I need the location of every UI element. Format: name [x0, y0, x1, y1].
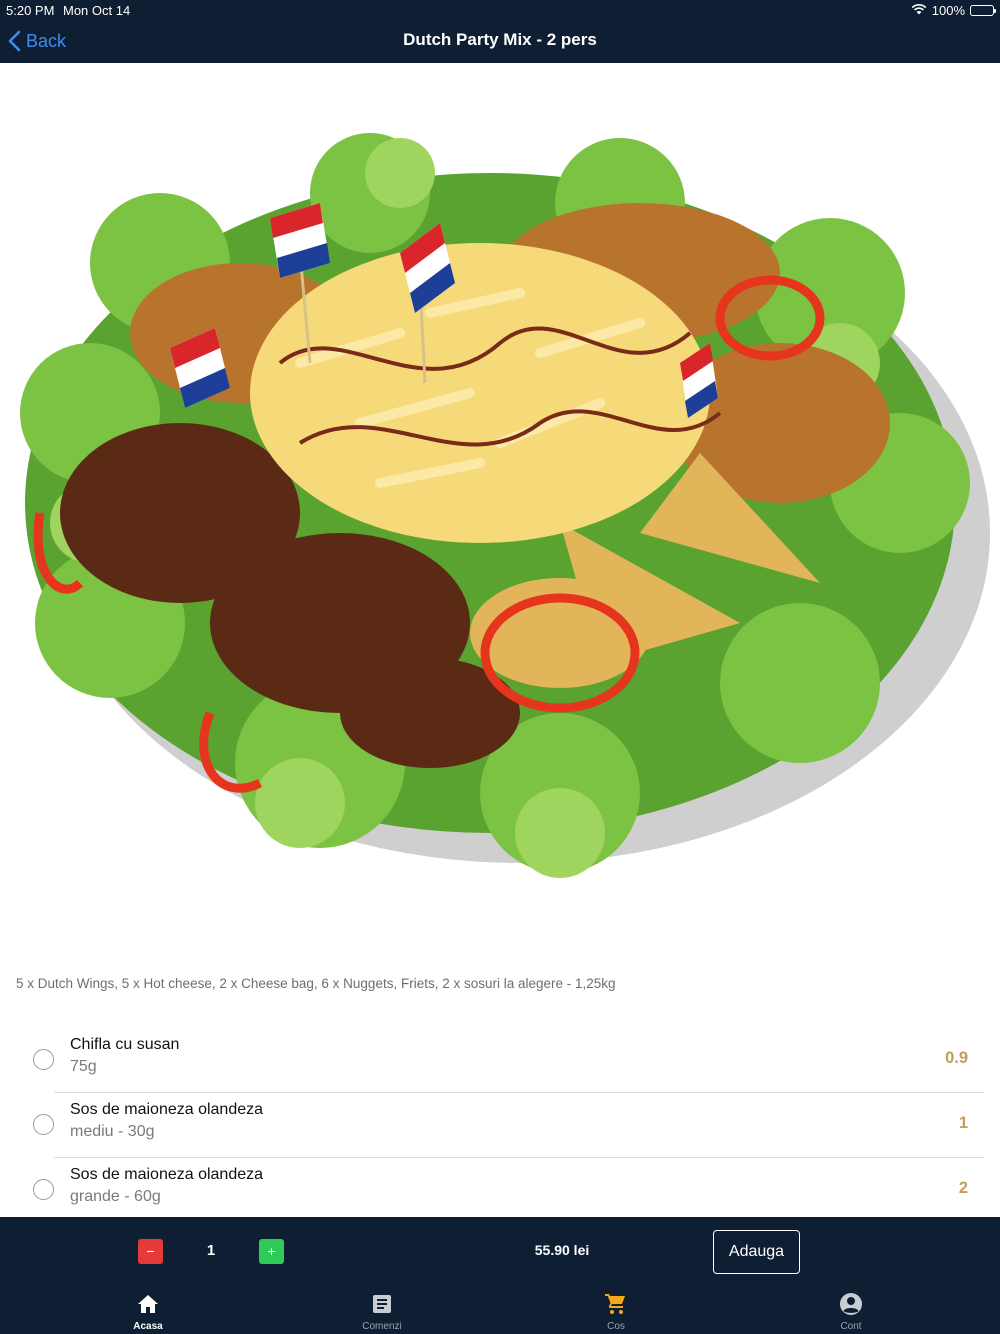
option-name: Chifla cu susan — [70, 1036, 180, 1053]
option-detail: grande - 60g — [70, 1188, 161, 1205]
radio-button[interactable] — [33, 1049, 54, 1070]
tab-label: Comenzi — [362, 1321, 402, 1332]
top-bar: 5:20 PM Mon Oct 14 100% Back Dutch Party… — [0, 0, 1000, 63]
increase-quantity-button[interactable]: + — [259, 1239, 284, 1264]
total-price: 55.90 lei — [534, 1242, 590, 1258]
orders-icon — [373, 1295, 391, 1313]
app-root: 5:20 PM Mon Oct 14 100% Back Dutch Party… — [0, 0, 1000, 1334]
option-detail: mediu - 30g — [70, 1123, 155, 1140]
option-row[interactable]: Sos de maioneza olandeza grande - 60g 2 — [0, 1158, 1000, 1223]
quantity-value: 1 — [206, 1242, 216, 1259]
tab-acasa[interactable]: Acasa — [88, 1285, 208, 1334]
option-price: 1 — [958, 1114, 968, 1132]
status-date: Mon Oct 14 — [63, 3, 131, 18]
battery-icon — [970, 5, 996, 16]
radio-button[interactable] — [33, 1114, 54, 1135]
option-name: Sos de maioneza olandeza — [70, 1166, 264, 1183]
option-row[interactable]: Sos de maioneza olandeza mediu - 30g 1 — [0, 1093, 1000, 1158]
wifi-icon — [911, 3, 927, 18]
tab-comenzi[interactable]: Comenzi — [322, 1285, 442, 1334]
product-description: 5 x Dutch Wings, 5 x Hot cheese, 2 x Che… — [16, 976, 616, 991]
option-row[interactable]: Chifla cu susan 75g 0.9 — [0, 1028, 1000, 1093]
tab-bar: Acasa Comenzi Cos Cont — [0, 1285, 1000, 1334]
tab-label: Cos — [607, 1321, 625, 1332]
radio-button[interactable] — [33, 1179, 54, 1200]
home-icon — [138, 1295, 158, 1313]
add-to-cart-button[interactable]: Adauga — [713, 1230, 800, 1274]
cart-icon — [605, 1294, 625, 1314]
status-indicators: 100% — [911, 3, 996, 18]
tab-cont[interactable]: Cont — [791, 1285, 911, 1334]
option-name: Sos de maioneza olandeza — [70, 1101, 264, 1118]
tab-label: Acasa — [133, 1321, 163, 1332]
decrease-quantity-button[interactable]: − — [138, 1239, 163, 1264]
account-icon — [840, 1293, 862, 1315]
option-price: 2 — [958, 1179, 968, 1197]
option-price: 0.9 — [945, 1049, 968, 1067]
tab-cos[interactable]: Cos — [556, 1285, 676, 1334]
food-platter-image — [0, 63, 1000, 943]
tab-label: Cont — [840, 1321, 862, 1332]
battery-percent: 100% — [931, 3, 965, 18]
option-detail: 75g — [70, 1058, 97, 1075]
page-title: Dutch Party Mix - 2 pers — [403, 30, 597, 49]
status-time: 5:20 PM — [6, 3, 55, 18]
add-to-cart-bar: − 1 + 55.90 lei Adauga — [0, 1217, 1000, 1285]
